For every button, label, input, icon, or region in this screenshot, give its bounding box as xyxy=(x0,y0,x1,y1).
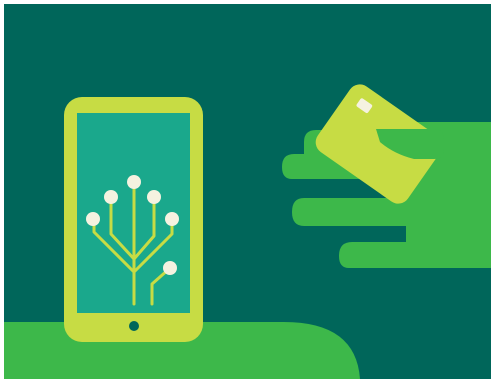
tree-node xyxy=(165,212,179,226)
phone-icon xyxy=(64,97,203,342)
tree-node xyxy=(147,190,161,204)
phone-home-button xyxy=(129,321,139,331)
tree-node xyxy=(163,261,177,275)
payment-illustration xyxy=(4,4,491,379)
illustration-frame xyxy=(0,0,493,382)
tree-node xyxy=(127,175,141,189)
tree-node xyxy=(104,190,118,204)
tree-node xyxy=(86,212,100,226)
